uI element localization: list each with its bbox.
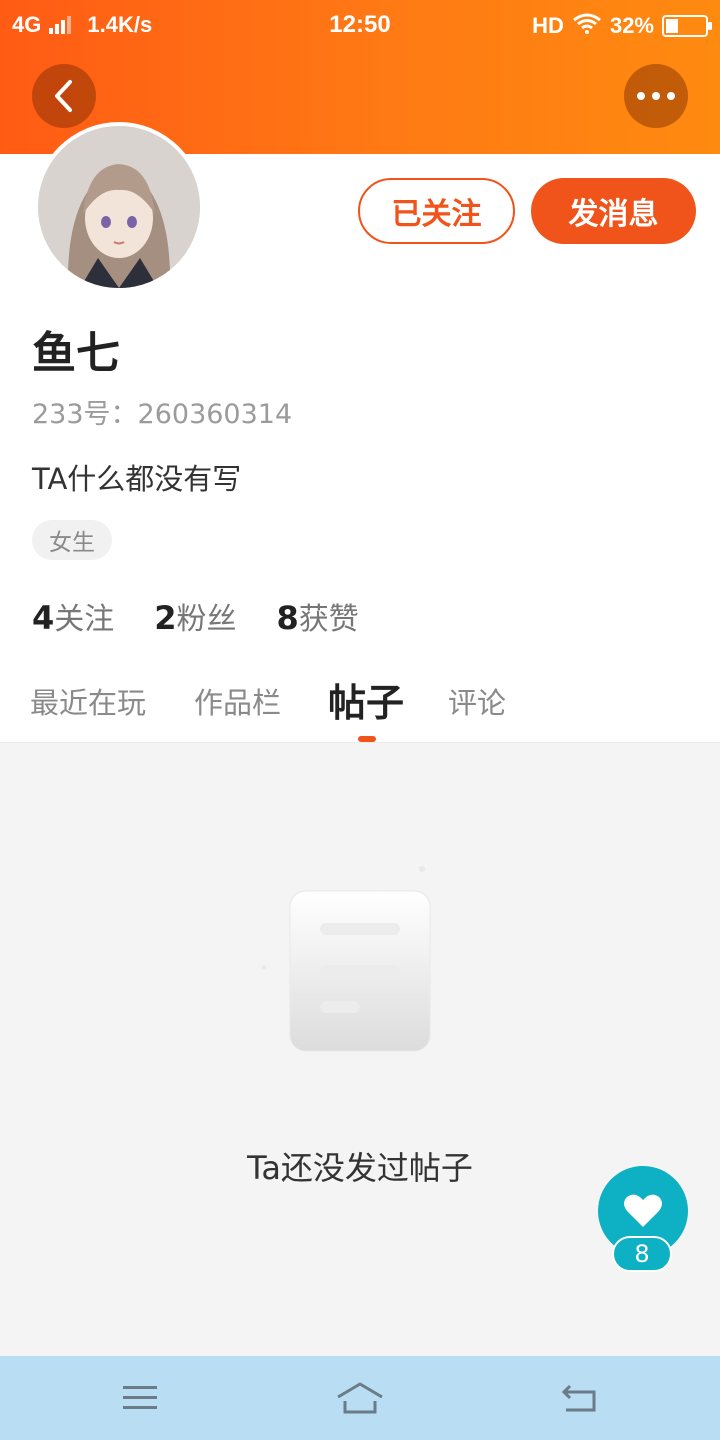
more-dots-icon <box>637 92 675 100</box>
chevron-left-icon <box>55 80 72 112</box>
tab-posts[interactable]: 帖子 <box>328 672 404 727</box>
tab-works[interactable]: 作品栏 <box>194 680 281 722</box>
system-nav-bar <box>0 1356 720 1440</box>
hd-indicator: HD <box>532 13 564 38</box>
system-back-button[interactable] <box>550 1374 610 1422</box>
likes-stat[interactable]: 8获赞 <box>277 594 359 638</box>
tab-comments[interactable]: 评论 <box>448 680 506 722</box>
tab-recently-played[interactable]: 最近在玩 <box>30 680 146 722</box>
status-bar: 4G 1.4K/s 12:50 HD 32% <box>0 0 720 50</box>
nickname: 鱼七 <box>32 328 120 379</box>
back-icon <box>562 1384 596 1412</box>
followers-stat[interactable]: 2粉丝 <box>154 594 236 638</box>
likes-label: 获赞 <box>298 602 359 637</box>
bio: TA什么都没有写 <box>32 462 242 496</box>
following-stat[interactable]: 4关注 <box>32 594 114 638</box>
profile-tabs: 最近在玩 作品栏 帖子 评论 <box>0 668 720 742</box>
menu-icon <box>123 1386 157 1409</box>
more-button[interactable] <box>624 64 688 128</box>
following-count: 4 <box>32 599 55 637</box>
avatar-image <box>38 126 200 288</box>
likes-count: 8 <box>276 599 299 637</box>
home-button[interactable] <box>330 1374 390 1422</box>
followers-count: 2 <box>154 599 177 637</box>
home-icon <box>337 1382 383 1414</box>
gender-tag: 女生 <box>32 520 112 560</box>
account-id: 233号：260360314 <box>32 399 293 430</box>
send-message-button[interactable]: 发消息 <box>531 178 696 244</box>
avatar[interactable] <box>34 122 204 292</box>
heart-icon <box>624 1194 662 1227</box>
like-count-badge: 8 <box>612 1236 672 1272</box>
battery-percent: 32% <box>609 13 654 38</box>
empty-document-icon <box>250 851 470 1071</box>
posts-content: Ta还没发过帖子 <box>0 742 720 1356</box>
following-button[interactable]: 已关注 <box>358 178 515 244</box>
profile-stats: 4关注 2粉丝 8获赞 <box>32 594 359 638</box>
followers-label: 粉丝 <box>176 602 237 637</box>
menu-button[interactable] <box>110 1374 170 1422</box>
wifi-icon <box>572 12 602 40</box>
battery-icon <box>662 15 712 37</box>
following-label: 关注 <box>54 602 115 637</box>
back-button[interactable] <box>32 64 96 128</box>
